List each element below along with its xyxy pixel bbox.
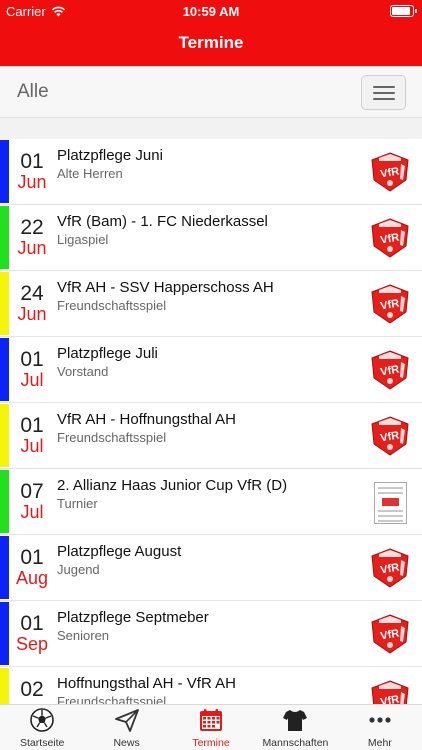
event-month: Aug [15,568,49,588]
tab-label: Termine [192,737,230,749]
battery-fill [392,7,411,15]
tab-label: Mehr [367,737,392,749]
calendar-icon [198,707,224,733]
event-category: Ligaspiel [57,232,109,247]
more-dots-icon [367,707,393,733]
tab-termine[interactable]: Termine [169,705,253,750]
hamburger-icon [373,86,395,88]
category-stripe [0,140,9,203]
event-title: 2. Allianz Haas Junior Cup VfR (D) [57,477,288,494]
vfr-club-logo [370,284,410,324]
category-stripe [0,536,9,599]
event-day: 01 [20,150,44,173]
category-stripe [0,206,9,269]
event-month: Sep [15,634,49,654]
event-title: Platzpflege Septmeber [57,609,209,626]
event-month: Jun [17,238,47,258]
event-row[interactable]: 01 Sep Platzpflege Septmeber Senioren [0,601,422,667]
hamburger-line [373,92,395,94]
jersey-icon [282,707,308,733]
event-title: Platzpflege Juli [57,345,158,362]
event-month: Jul [20,502,44,522]
hamburger-line [373,98,395,100]
top-bar: Carrier 10:59 AM Termine [0,0,422,66]
category-stripe [0,404,9,467]
event-row[interactable]: 01 Jul Platzpflege Juli Vorstand [0,337,422,403]
event-title: Platzpflege August [57,543,182,560]
paper-plane-icon [114,707,140,733]
category-stripe [0,668,9,704]
event-title: Hoffnungsthal AH - VfR AH [57,675,236,692]
event-list[interactable]: 01 Jun Platzpflege Juni Alte Herren 22 J… [0,139,422,704]
event-day: 24 [20,282,44,305]
event-row[interactable]: 01 Jun Platzpflege Juni Alte Herren [0,139,422,205]
vfr-club-logo [370,548,410,588]
event-month: Jul [20,436,44,456]
tab-mehr[interactable]: Mehr [338,705,422,750]
event-day: 01 [20,546,44,569]
tab-bar: Startseite News Termine Mannschaften Meh… [0,704,422,750]
event-row[interactable]: 01 Aug Platzpflege August Jugend [0,535,422,601]
event-row[interactable]: 24 Jun VfR AH - SSV Happerschoss AH Freu… [0,271,422,337]
event-row[interactable]: 22 Jun VfR (Bam) - 1. FC Niederkassel Li… [0,205,422,271]
event-title: Platzpflege Juni [57,147,163,164]
event-row[interactable]: 01 Jul VfR AH - Hoffnungsthal AH Freunds… [0,403,422,469]
filter-label[interactable]: Alle [17,81,49,103]
event-category: Jugend [57,562,100,577]
event-day: 22 [20,216,44,239]
category-stripe [0,470,9,533]
filter-menu-button[interactable] [361,75,406,110]
event-day: 01 [20,348,44,371]
event-day: 07 [20,480,44,503]
event-category: Freundschaftsspiel [57,694,167,704]
battery-icon [390,5,417,17]
tab-label: Mannschaften [262,737,329,749]
event-category: Vorstand [57,364,109,379]
tab-label: News [113,737,140,749]
tab-news[interactable]: News [84,705,168,750]
vfr-club-logo [370,350,410,390]
event-category: Alte Herren [57,166,123,181]
tab-startseite[interactable]: Startseite [0,705,84,750]
event-row[interactable]: 02 Hoffnungsthal AH - VfR AH Freundschaf… [0,667,422,704]
tournament-poster-image [374,482,407,524]
list-spacer [0,118,422,139]
vfr-club-logo [370,614,410,654]
event-month: Jul [20,370,44,390]
event-day: 02 [20,678,44,701]
soccer-ball-icon [29,707,55,733]
event-title: VfR AH - Hoffnungsthal AH [57,411,236,428]
filter-bar: Alle [0,66,422,118]
vfr-club-logo [370,152,410,192]
tab-label: Startseite [20,737,65,749]
vfr-club-logo [370,680,410,704]
event-month: Jun [17,304,47,324]
event-day: 01 [20,612,44,635]
page-title: Termine [178,33,244,52]
event-category: Senioren [57,628,110,643]
category-stripe [0,602,9,665]
event-row[interactable]: 07 Jul 2. Allianz Haas Junior Cup VfR (D… [0,469,422,535]
tab-mannschaften[interactable]: Mannschaften [253,705,337,750]
event-day: 01 [20,414,44,437]
category-stripe [0,272,9,335]
event-title: VfR (Bam) - 1. FC Niederkassel [57,213,268,230]
event-month: Jun [17,172,47,192]
vfr-club-logo [370,416,410,456]
status-bar: Carrier 10:59 AM [0,0,422,22]
status-time: 10:59 AM [182,4,240,19]
event-title: VfR AH - SSV Happerschoss AH [57,279,274,296]
event-category: Freundschaftsspiel [57,430,167,445]
event-category: Turnier [57,496,98,511]
vfr-club-logo [370,218,410,258]
category-stripe [0,338,9,401]
event-category: Freundschaftsspiel [57,298,167,313]
